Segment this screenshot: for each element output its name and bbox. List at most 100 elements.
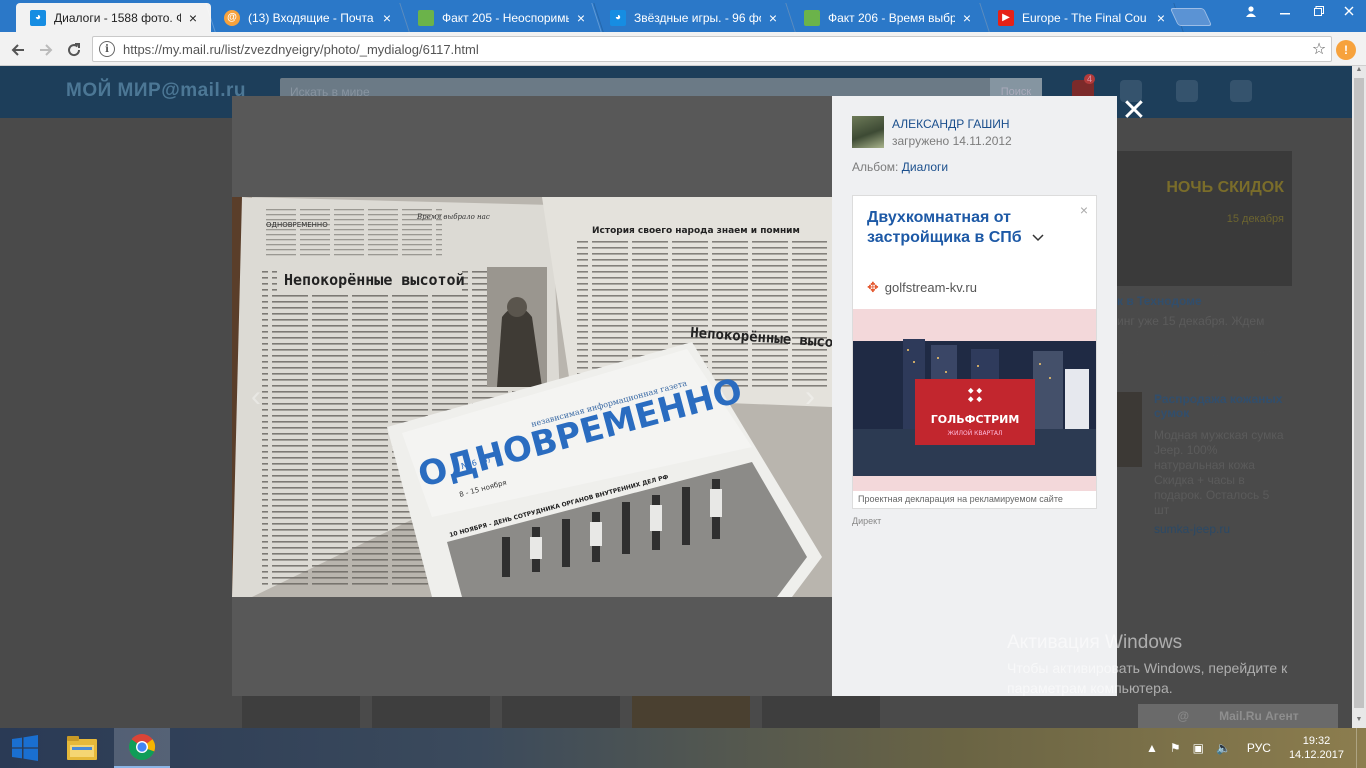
browser-tab[interactable]: Факт 205 - Неоспоримы × bbox=[404, 3, 599, 32]
photo-strip-thumb[interactable] bbox=[242, 694, 360, 728]
network-icon[interactable]: ▣ bbox=[1193, 741, 1204, 755]
browser-toolbar: i https://my.mail.ru/list/zvezdnyeigry/p… bbox=[0, 32, 1366, 66]
album-row: Альбом: Диалоги bbox=[852, 160, 948, 174]
mail-ru-mail-icon: @ bbox=[224, 9, 240, 26]
viewer-close-icon[interactable]: ✕ bbox=[1120, 94, 1148, 127]
new-tab-button[interactable] bbox=[1169, 8, 1213, 26]
ad-block[interactable]: Двухкомнатная от застройщика в СПб × ✥ g… bbox=[852, 195, 1097, 509]
author-avatar[interactable] bbox=[852, 116, 884, 148]
volume-icon[interactable]: 🔈 bbox=[1216, 741, 1231, 755]
sidebar-ad-domain[interactable]: sumka-jeep.ru bbox=[1154, 522, 1230, 537]
ad-close-icon[interactable]: × bbox=[1080, 202, 1088, 218]
tab-close-icon[interactable]: × bbox=[573, 10, 589, 26]
photo-strip-thumb[interactable] bbox=[502, 694, 620, 728]
ad-domain[interactable]: ✥ golfstream-kv.ru bbox=[867, 279, 977, 296]
mail-ru-mir-icon: ◕ bbox=[30, 9, 46, 26]
browser-tab[interactable]: ◕ Диалоги - 1588 фото. Фо × bbox=[16, 3, 211, 32]
album-label: Альбом: bbox=[852, 160, 899, 174]
bookmark-star-icon[interactable]: ☆ bbox=[1307, 39, 1331, 59]
page-scrollbar[interactable]: ▲ ▼ bbox=[1352, 66, 1366, 728]
url-text[interactable]: https://my.mail.ru/list/zvezdnyeigry/pho… bbox=[123, 42, 1307, 57]
input-language[interactable]: РУС bbox=[1247, 741, 1271, 755]
apps-icon[interactable] bbox=[1176, 80, 1198, 102]
ad-disclaimer: Проектная декларация на рекламируемом са… bbox=[858, 494, 1063, 504]
sidebar-ad-image[interactable] bbox=[1117, 392, 1142, 467]
file-explorer-icon[interactable] bbox=[54, 728, 110, 768]
tab-close-icon[interactable]: × bbox=[959, 10, 975, 26]
next-photo-icon[interactable]: › bbox=[798, 380, 822, 414]
browser-tab[interactable]: ◕ Звёздные игры. - 96 фо × bbox=[596, 3, 791, 32]
browser-tab[interactable]: ▶ Europe - The Final Cou × bbox=[984, 3, 1179, 32]
reload-icon[interactable] bbox=[62, 38, 86, 62]
mail-ru-mir-icon: ◕ bbox=[610, 9, 626, 26]
sidebar-ad-text: Модная мужская сумка Jeep. 100% натураль… bbox=[1154, 428, 1284, 517]
ad-brand: ГОЛЬФСТРИМ bbox=[931, 413, 1020, 426]
taskbar-clock[interactable]: 19:32 14.12.2017 bbox=[1289, 734, 1344, 762]
sidebar-banner[interactable]: НОЧЬ СКИДОК 15 декабря bbox=[1117, 151, 1292, 286]
prev-photo-icon[interactable]: ‹ bbox=[244, 380, 268, 414]
browser-tab-strip: ◕ Диалоги - 1588 фото. Фо × @ (13) Входящие … bbox=[0, 0, 1366, 32]
photo-strip-thumb[interactable] bbox=[372, 694, 490, 728]
restore-icon[interactable] bbox=[1302, 0, 1336, 22]
sidebar-promo-source: м Оренбург (Технодом Оренбу bbox=[1117, 347, 1274, 359]
browser-tab-title: Факт 205 - Неоспоримы bbox=[442, 10, 569, 25]
minimize-icon[interactable] bbox=[1268, 0, 1302, 22]
tab-close-icon[interactable]: × bbox=[765, 10, 781, 26]
browser-tab-title: Факт 206 - Время выбра bbox=[828, 10, 955, 25]
author-name[interactable]: АЛЕКСАНДР ГАШИН bbox=[892, 117, 1010, 131]
chrome-taskbar-icon[interactable] bbox=[114, 728, 170, 768]
photo-small-top-right: Время выбрало нас bbox=[416, 213, 490, 221]
tab-close-icon[interactable]: × bbox=[185, 10, 201, 26]
tab-close-icon[interactable]: × bbox=[379, 10, 395, 26]
screen: ◕ Диалоги - 1588 фото. Фо × @ (13) Входящие … bbox=[0, 0, 1366, 768]
windows-activation-watermark: Активация Windows Чтобы активировать Win… bbox=[1007, 632, 1288, 696]
green-square-icon bbox=[804, 9, 820, 26]
photo-strip-thumb[interactable] bbox=[632, 694, 750, 728]
mail-agent-bar[interactable]: @ Mail.Ru Агент bbox=[1138, 704, 1338, 728]
photo-right-header: История своего народа знаем и помним bbox=[592, 226, 800, 236]
ad-image[interactable]: ГОЛЬФСТРИМ ЖИЛОЙ КВАРТАЛ bbox=[853, 309, 1096, 491]
forward-icon[interactable] bbox=[34, 38, 58, 62]
photo-info-panel: АЛЕКСАНДР ГАШИН загружено 14.11.2012 Аль… bbox=[832, 96, 1117, 696]
show-desktop-button[interactable] bbox=[1356, 728, 1366, 768]
photo-image[interactable]: Непокорённые высотой ОДНОВРЕМЕННО Время … bbox=[232, 197, 832, 597]
browser-menu-icon[interactable]: ! bbox=[1336, 40, 1356, 60]
sidebar-promo-title[interactable]: к в Технодоме bbox=[1117, 294, 1202, 308]
sidebar-ad-title[interactable]: Распродажа кожаных сумок bbox=[1154, 392, 1284, 420]
site-info-icon[interactable]: i bbox=[99, 41, 115, 57]
upload-date: загружено 14.11.2012 bbox=[892, 134, 1012, 148]
ad-title[interactable]: Двухкомнатная от застройщика в СПб bbox=[867, 208, 1067, 248]
action-flag-icon[interactable]: ⚑ bbox=[1170, 741, 1181, 755]
system-tray: ▲ ⚑ ▣ 🔈 РУС 19:32 14.12.2017 bbox=[1140, 728, 1366, 768]
address-bar[interactable]: i https://my.mail.ru/list/zvezdnyeigry/p… bbox=[92, 36, 1332, 62]
scroll-up-icon[interactable]: ▲ bbox=[1352, 66, 1366, 78]
green-square-icon bbox=[418, 9, 434, 26]
tab-close-icon[interactable]: × bbox=[1153, 10, 1169, 26]
ad-source-label[interactable]: Директ bbox=[852, 516, 881, 526]
games-icon[interactable] bbox=[1230, 80, 1252, 102]
windows-start-icon[interactable] bbox=[0, 728, 50, 768]
browser-tab-title: Звёздные игры. - 96 фо bbox=[634, 10, 761, 25]
scrollbar-thumb[interactable] bbox=[1354, 78, 1364, 708]
album-link[interactable]: Диалоги bbox=[902, 160, 948, 174]
photo-small-masthead: ОДНОВРЕМЕННО bbox=[266, 221, 328, 229]
browser-tab-title: Диалоги - 1588 фото. Фо bbox=[54, 10, 181, 25]
tray-chevron-up-icon[interactable]: ▲ bbox=[1146, 741, 1158, 755]
ad-brand-sub: ЖИЛОЙ КВАРТАЛ bbox=[948, 430, 1003, 437]
window-close-icon[interactable] bbox=[1332, 0, 1366, 22]
user-icon[interactable] bbox=[1234, 0, 1268, 22]
ad-favicon-icon: ✥ bbox=[867, 279, 879, 295]
windows-taskbar: ▲ ⚑ ▣ 🔈 РУС 19:32 14.12.2017 bbox=[0, 728, 1366, 768]
chevron-down-icon[interactable] bbox=[1032, 234, 1044, 242]
photo-headline: Непокорённые высотой bbox=[284, 271, 465, 289]
browser-tab-title: Europe - The Final Cou bbox=[1022, 10, 1147, 25]
browser-tab-title: (13) Входящие - Почта М bbox=[248, 10, 375, 25]
sidebar-promo-text: инг уже 15 декабря. Ждем bbox=[1117, 314, 1265, 328]
site-logo[interactable]: МОЙ МИР@mail.ru bbox=[66, 80, 246, 102]
browser-tab[interactable]: Факт 206 - Время выбра × bbox=[790, 3, 985, 32]
back-icon[interactable] bbox=[6, 38, 30, 62]
photo-strip-thumb[interactable] bbox=[762, 694, 880, 728]
scroll-down-icon[interactable]: ▼ bbox=[1352, 716, 1366, 728]
youtube-icon: ▶ bbox=[998, 9, 1014, 26]
browser-tab[interactable]: @ (13) Входящие - Почта М × bbox=[210, 3, 405, 32]
